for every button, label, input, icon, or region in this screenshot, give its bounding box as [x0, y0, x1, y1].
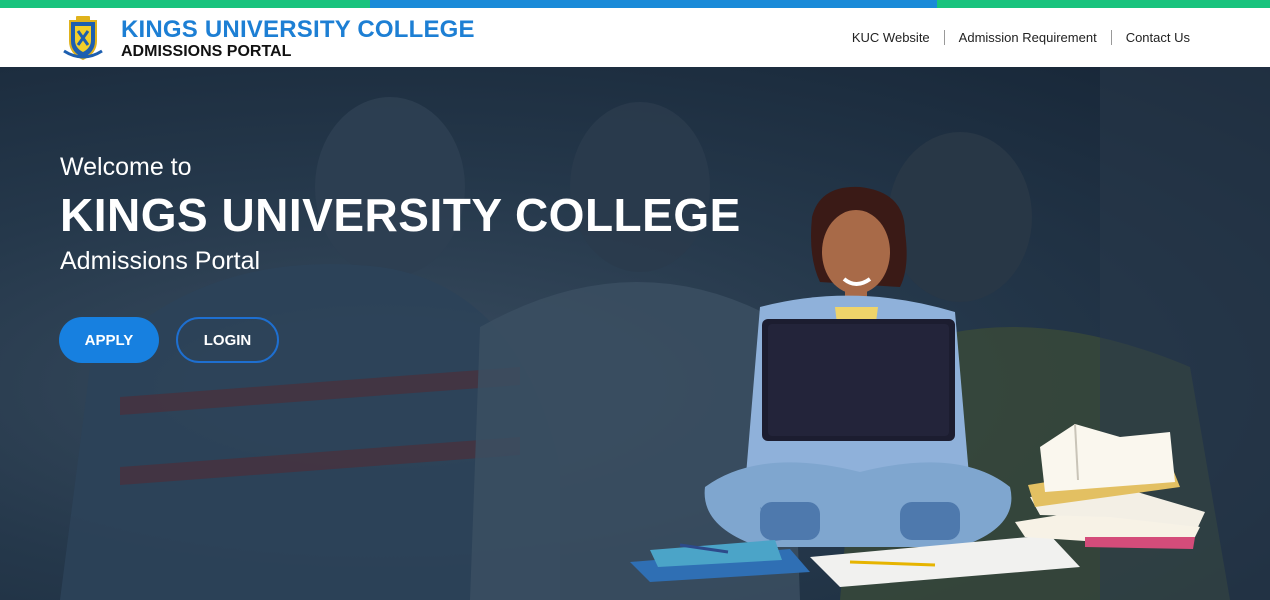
site-header: KINGS UNIVERSITY COLLEGE ADMISSIONS PORT…: [0, 8, 1270, 67]
nav-kuc-website[interactable]: KUC Website: [852, 30, 930, 45]
hero-college-title: KINGS UNIVERSITY COLLEGE: [60, 189, 741, 241]
nav-divider: [943, 30, 945, 45]
hero-welcome-text: Welcome to: [60, 153, 192, 181]
main-nav: KUC Website Admission Requirement Contac…: [852, 30, 1190, 45]
nav-divider: [1110, 30, 1112, 45]
nav-admission-requirement[interactable]: Admission Requirement: [959, 30, 1097, 45]
brand: KINGS UNIVERSITY COLLEGE ADMISSIONS PORT…: [121, 18, 475, 61]
site-subtitle: ADMISSIONS PORTAL: [121, 43, 292, 60]
accent-blue-middle: [370, 0, 937, 8]
site-title[interactable]: KINGS UNIVERSITY COLLEGE: [121, 18, 475, 42]
hero-banner: Welcome to KINGS UNIVERSITY COLLEGE Admi…: [0, 67, 1270, 600]
hero-portal-text: Admissions Portal: [60, 247, 261, 275]
apply-button[interactable]: APPLY: [59, 317, 159, 363]
login-button[interactable]: LOGIN: [176, 317, 279, 363]
accent-green-left: [0, 0, 370, 8]
crest-logo-icon[interactable]: [62, 15, 104, 61]
accent-green-right: [937, 0, 1270, 8]
top-accent-bar: [0, 0, 1270, 8]
nav-contact-us[interactable]: Contact Us: [1126, 30, 1190, 45]
